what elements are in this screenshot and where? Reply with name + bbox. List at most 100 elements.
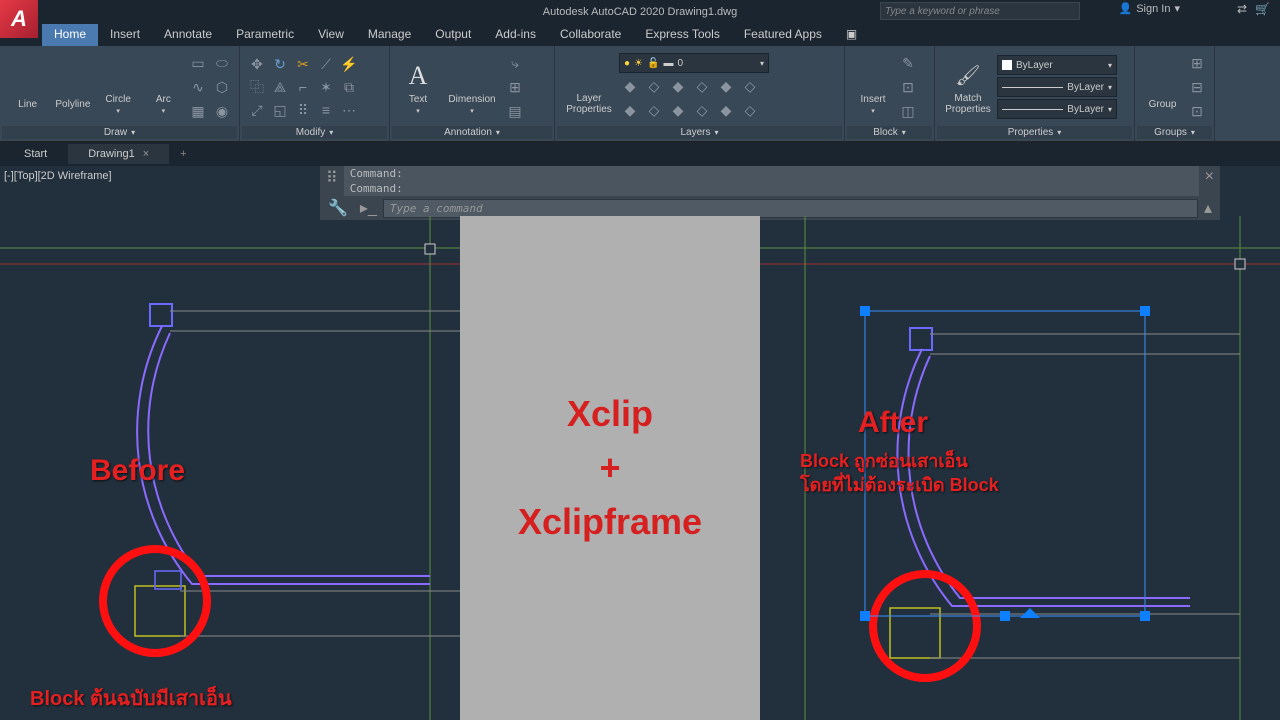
lay-icon[interactable]: ◇ bbox=[643, 99, 665, 121]
signin-button[interactable]: 👤 Sign In ▾ bbox=[1119, 2, 1180, 15]
menu-addins[interactable]: Add-ins bbox=[483, 24, 548, 46]
grpsel-icon[interactable]: ⊡ bbox=[1186, 100, 1208, 122]
ellipse-icon[interactable]: ⬭ bbox=[211, 52, 233, 74]
rotate-icon[interactable]: ↻ bbox=[269, 53, 291, 75]
lay-icon[interactable]: ◆ bbox=[715, 75, 737, 97]
copy-icon[interactable]: ⿻ bbox=[246, 76, 268, 98]
menu-parametric[interactable]: Parametric bbox=[224, 24, 306, 46]
banner-line1: Xclip bbox=[567, 393, 653, 435]
menu-collaborate[interactable]: Collaborate bbox=[548, 24, 633, 46]
layer-props-tool[interactable]: Layer Properties bbox=[561, 52, 617, 122]
field-icon[interactable]: ▤ bbox=[504, 100, 526, 122]
lay-icon[interactable]: ◇ bbox=[691, 75, 713, 97]
group-tool[interactable]: Group bbox=[1141, 52, 1184, 122]
menu-featured[interactable]: Featured Apps bbox=[732, 24, 834, 46]
trim-icon[interactable]: ✂ bbox=[292, 53, 314, 75]
close-icon[interactable]: × bbox=[143, 148, 149, 160]
dimension-tool[interactable]: Dimension▾ bbox=[442, 52, 502, 122]
cart-icon[interactable]: 🛒 bbox=[1255, 2, 1270, 16]
command-input[interactable]: Type a command bbox=[383, 199, 1198, 218]
array-icon[interactable]: ⠿ bbox=[292, 99, 314, 121]
panel-groups: Group ⊞ ⊟ ⊡ Groups bbox=[1135, 46, 1215, 141]
donut-icon[interactable]: ◉ bbox=[211, 100, 233, 122]
panel-title-annotation[interactable]: Annotation bbox=[392, 126, 552, 139]
mirror-icon[interactable]: ⟁ bbox=[269, 76, 291, 98]
circle-tool[interactable]: Circle▾ bbox=[97, 52, 140, 122]
tab-drawing1[interactable]: Drawing1× bbox=[68, 144, 169, 164]
flash-icon[interactable]: ⚡ bbox=[338, 53, 360, 75]
hatch-icon[interactable]: ▦ bbox=[187, 100, 209, 122]
cmd-expand-icon[interactable]: ▴ bbox=[1198, 198, 1218, 218]
rect-icon[interactable]: ▭ bbox=[187, 52, 209, 74]
lay-icon[interactable]: ◇ bbox=[643, 75, 665, 97]
wrench-icon[interactable]: 🔧 bbox=[322, 198, 354, 218]
stretch-icon[interactable]: ⤢ bbox=[246, 99, 268, 121]
text-tool[interactable]: AText▾ bbox=[396, 52, 440, 122]
offset-icon[interactable]: ⧉ bbox=[338, 76, 360, 98]
label-before-sub: Block ต้นฉบับมีเสาเอ็น bbox=[30, 682, 232, 714]
menu-manage[interactable]: Manage bbox=[356, 24, 423, 46]
lineweight-dropdown[interactable]: ByLayer▾ bbox=[997, 77, 1117, 97]
panel-title-layers[interactable]: Layers bbox=[557, 126, 842, 139]
scale-icon[interactable]: ◱ bbox=[269, 99, 291, 121]
lay-icon[interactable]: ◆ bbox=[619, 75, 641, 97]
match-props-tool[interactable]: 🖌Match Properties bbox=[941, 52, 995, 122]
help-search[interactable]: Type a keyword or phrase bbox=[880, 2, 1080, 20]
menu-output[interactable]: Output bbox=[423, 24, 483, 46]
lay-icon[interactable]: ◇ bbox=[739, 75, 761, 97]
lay-icon[interactable]: ◇ bbox=[691, 99, 713, 121]
lay-icon[interactable]: ◆ bbox=[715, 99, 737, 121]
insert-tool[interactable]: Insert▾ bbox=[851, 52, 895, 122]
table-icon[interactable]: ⊞ bbox=[504, 76, 526, 98]
cmd-history-line: Command: bbox=[344, 166, 1199, 181]
lay-icon[interactable]: ◆ bbox=[667, 99, 689, 121]
panel-title-modify[interactable]: Modify bbox=[242, 126, 387, 139]
panel-modify: ✥ ↻ ✂ ⟋ ⚡ ⿻ ⟁ ⌐ ✶ ⧉ ⤢ ◱ ⠿ ≡ ⋯ Modify bbox=[240, 46, 390, 141]
def-icon[interactable]: ◫ bbox=[897, 100, 919, 122]
polygon-icon[interactable]: ⬡ bbox=[211, 76, 233, 98]
panel-draw: Line Polyline Circle▾ Arc▾ ▭ ∿ ▦ ⬭ ⬡ ◉ D… bbox=[0, 46, 240, 141]
color-dropdown[interactable]: ByLayer ▾ bbox=[997, 55, 1117, 75]
app-icon[interactable]: A bbox=[0, 0, 38, 38]
menu-home[interactable]: Home bbox=[42, 24, 98, 46]
erase-icon[interactable]: ⟋ bbox=[315, 53, 337, 75]
grpedit-icon[interactable]: ⊟ bbox=[1186, 76, 1208, 98]
panel-title-draw[interactable]: Draw bbox=[2, 126, 237, 139]
line-tool[interactable]: Line bbox=[6, 52, 49, 122]
lay-icon[interactable]: ◆ bbox=[667, 75, 689, 97]
attr-icon[interactable]: ⊡ bbox=[897, 76, 919, 98]
tab-start[interactable]: Start bbox=[4, 144, 67, 164]
panel-title-properties[interactable]: Properties bbox=[937, 126, 1132, 139]
align-icon[interactable]: ≡ bbox=[315, 99, 337, 121]
menu-overflow-icon[interactable]: ▣ bbox=[834, 24, 869, 46]
lay-icon[interactable]: ◆ bbox=[619, 99, 641, 121]
menu-view[interactable]: View bbox=[306, 24, 356, 46]
layer-dropdown[interactable]: ● ☀ 🔓 ▬ 0 ▾ bbox=[619, 53, 769, 73]
spline-icon[interactable]: ∿ bbox=[187, 76, 209, 98]
viewport-label[interactable]: [-][Top][2D Wireframe] bbox=[4, 170, 112, 182]
leader-icon[interactable]: ⤷ bbox=[504, 52, 526, 74]
menu-express[interactable]: Express Tools bbox=[633, 24, 731, 46]
cmd-drag-icon[interactable]: ⠿ bbox=[320, 166, 344, 196]
fillet-icon[interactable]: ⌐ bbox=[292, 76, 314, 98]
cmd-close-icon[interactable]: × bbox=[1199, 166, 1220, 196]
explode-icon[interactable]: ✶ bbox=[315, 76, 337, 98]
polyline-tool[interactable]: Polyline bbox=[51, 52, 94, 122]
exchange-icon[interactable]: ⇄ bbox=[1237, 2, 1247, 16]
more-icon[interactable]: ⋯ bbox=[338, 99, 360, 121]
workspace[interactable]: [-][Top][2D Wireframe] ⠿ Command: Comman… bbox=[0, 166, 1280, 720]
ungroup-icon[interactable]: ⊞ bbox=[1186, 52, 1208, 74]
panel-title-groups[interactable]: Groups bbox=[1137, 126, 1212, 139]
menu-annotate[interactable]: Annotate bbox=[152, 24, 224, 46]
bulb-icon: ● bbox=[624, 58, 630, 69]
cmd-history-line: Command: bbox=[344, 181, 1199, 196]
linetype-dropdown[interactable]: ByLayer▾ bbox=[997, 99, 1117, 119]
lay-icon[interactable]: ◇ bbox=[739, 99, 761, 121]
panel-annotation: AText▾ Dimension▾ ⤷ ⊞ ▤ Annotation bbox=[390, 46, 555, 141]
arc-tool[interactable]: Arc▾ bbox=[142, 52, 185, 122]
edit-block-icon[interactable]: ✎ bbox=[897, 52, 919, 74]
panel-title-block[interactable]: Block bbox=[847, 126, 932, 139]
menu-insert[interactable]: Insert bbox=[98, 24, 152, 46]
tab-add-button[interactable]: + bbox=[170, 144, 196, 164]
move-icon[interactable]: ✥ bbox=[246, 53, 268, 75]
